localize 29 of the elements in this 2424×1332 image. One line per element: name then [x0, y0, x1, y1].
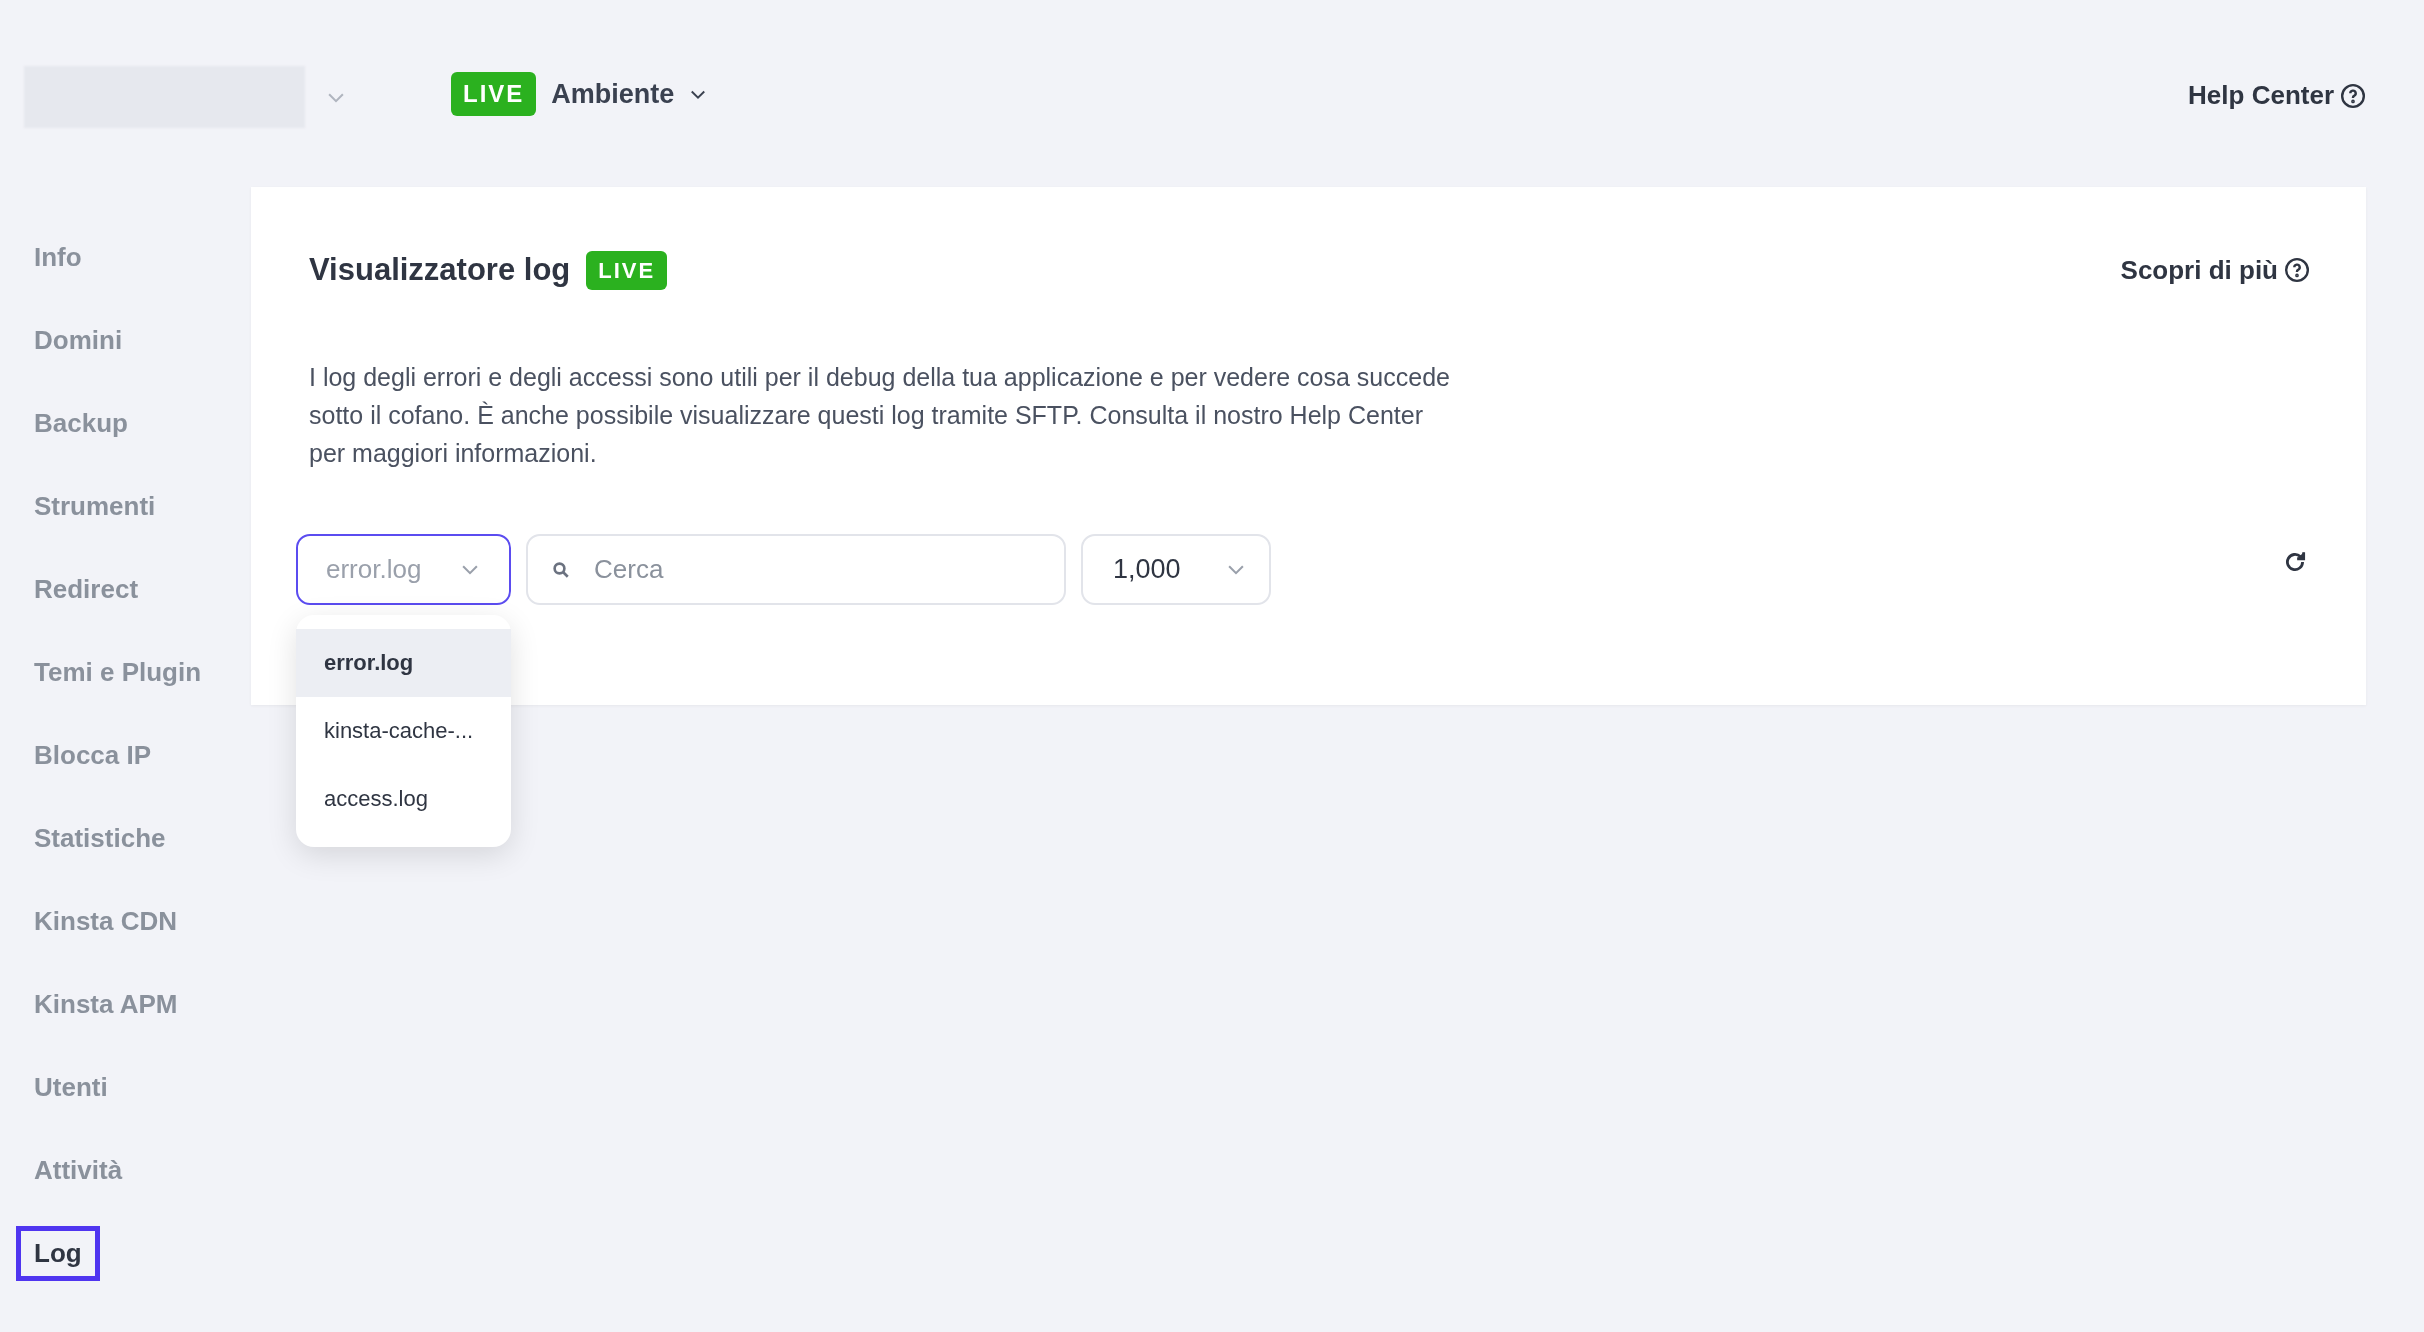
- sidebar-item[interactable]: Blocca IP: [16, 736, 170, 775]
- sidebar-item[interactable]: Statistiche: [16, 819, 184, 858]
- sidebar-item[interactable]: Redirect: [16, 570, 157, 609]
- help-center-link[interactable]: Help Center: [2188, 76, 2366, 115]
- sidebar-item[interactable]: Info: [16, 238, 100, 277]
- sidebar-item[interactable]: Attività: [16, 1151, 141, 1190]
- help-icon: [2284, 257, 2310, 284]
- sidebar-item[interactable]: Utenti: [16, 1068, 126, 1107]
- live-badge: LIVE: [586, 250, 668, 290]
- sidebar-item[interactable]: Log: [16, 1226, 100, 1281]
- sidebar-item[interactable]: Domini: [16, 321, 141, 360]
- sidebar-item[interactable]: Temi e Plugin: [16, 653, 220, 692]
- dropdown-option[interactable]: kinsta-cache-...: [296, 696, 511, 765]
- sidebar-item[interactable]: Kinsta CDN: [16, 902, 195, 941]
- environment-dropdown[interactable]: Ambiente: [551, 73, 709, 115]
- dropdown-option[interactable]: access.log: [296, 764, 511, 833]
- line-count-select[interactable]: 1,000: [1081, 533, 1271, 605]
- search-field[interactable]: Cerca: [526, 533, 1066, 605]
- log-file-select[interactable]: error.log: [296, 533, 511, 605]
- sidebar-item[interactable]: Kinsta APM: [16, 985, 196, 1024]
- card-title: Visualizzatore log: [309, 251, 571, 289]
- sidebar-item[interactable]: Strumenti: [16, 487, 174, 526]
- description-text: I log degli errori e degli accessi sono utili per il debug della tua applicazione e per vedere cosa succede sotto il cofano. È anche possibile visualizzare questi log tramite SFTP. Consulta il nostro Help Center per maggiori informazioni.: [309, 361, 1451, 469]
- dropdown-option[interactable]: error.log: [296, 628, 511, 697]
- learn-more-link[interactable]: Scopri di più: [2120, 250, 2310, 290]
- live-badge: LIVE: [451, 72, 537, 116]
- sidebar-item[interactable]: Backup: [16, 404, 146, 443]
- help-icon: [2340, 82, 2366, 109]
- search-icon: [552, 560, 570, 579]
